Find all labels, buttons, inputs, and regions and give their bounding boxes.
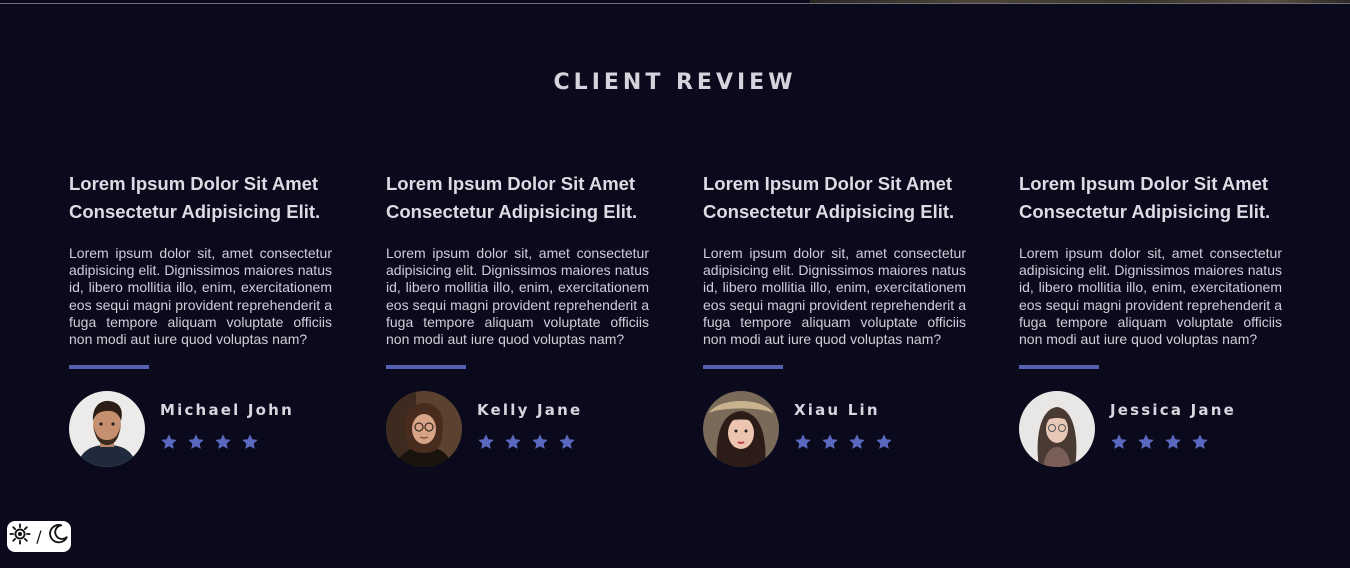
review-divider [1019, 365, 1099, 370]
star-icon [1164, 433, 1182, 451]
star-icon [241, 433, 259, 451]
star-icon [875, 433, 893, 451]
review-author: Jessica Jane [1019, 391, 1282, 468]
author-name: Michael John [160, 401, 294, 420]
review-card: Lorem Ipsum Dolor Sit Amet Consectetur A… [1019, 170, 1282, 468]
review-title-line-1: Lorem Ipsum Dolor Sit Amet [386, 173, 636, 194]
review-title-line-1: Lorem Ipsum Dolor Sit Amet [1019, 173, 1269, 194]
star-icon [477, 433, 495, 451]
theme-toggle-button[interactable]: / [7, 521, 71, 552]
review-author: Michael John [69, 391, 332, 468]
review-text: Lorem ipsum dolor sit, amet consectetur … [703, 245, 966, 348]
moon-icon[interactable] [47, 523, 69, 550]
avatar [386, 391, 462, 468]
review-title-line-2: Consectetur Adipisicing Elit. [703, 201, 955, 222]
review-card: Lorem Ipsum Dolor Sit Amet Consectetur A… [386, 170, 649, 468]
star-icon [848, 433, 866, 451]
review-author: Xiau Lin [703, 391, 966, 468]
star-icon [187, 433, 205, 451]
review-title: Lorem Ipsum Dolor Sit Amet Consectetur A… [703, 170, 966, 226]
review-title-line-2: Consectetur Adipisicing Elit. [1019, 201, 1271, 222]
review-card: Lorem Ipsum Dolor Sit Amet Consectetur A… [703, 170, 966, 468]
review-divider [386, 365, 466, 370]
author-name: Jessica Jane [1110, 401, 1236, 420]
star-icon [821, 433, 839, 451]
review-divider [69, 365, 149, 370]
avatar [1019, 391, 1095, 468]
star-icon [160, 433, 178, 451]
author-name: Kelly Jane [477, 401, 583, 420]
avatar [69, 391, 145, 468]
rating-stars [160, 433, 263, 451]
section-title: CLIENT REVIEW [553, 70, 797, 95]
sun-icon[interactable] [9, 523, 31, 550]
author-name: Xiau Lin [794, 401, 880, 420]
review-text: Lorem ipsum dolor sit, amet consectetur … [69, 245, 332, 348]
review-title-line-1: Lorem Ipsum Dolor Sit Amet [703, 173, 953, 194]
star-icon [558, 433, 576, 451]
review-title-line-1: Lorem Ipsum Dolor Sit Amet [69, 173, 319, 194]
avatar [703, 391, 779, 468]
review-text: Lorem ipsum dolor sit, amet consectetur … [1019, 245, 1282, 348]
star-icon [1137, 433, 1155, 451]
review-author: Kelly Jane [386, 391, 649, 468]
rating-stars [477, 433, 580, 451]
review-card: Lorem Ipsum Dolor Sit Amet Consectetur A… [69, 170, 332, 468]
star-icon [214, 433, 232, 451]
review-title-line-2: Consectetur Adipisicing Elit. [69, 201, 321, 222]
review-title: Lorem Ipsum Dolor Sit Amet Consectetur A… [69, 170, 332, 226]
star-icon [504, 433, 522, 451]
theme-toggle-separator: / [36, 526, 42, 546]
top-section-edge [0, 0, 1350, 4]
review-list: Lorem Ipsum Dolor Sit Amet Consectetur A… [69, 170, 1299, 470]
review-title: Lorem Ipsum Dolor Sit Amet Consectetur A… [1019, 170, 1282, 226]
rating-stars [794, 433, 897, 451]
star-icon [794, 433, 812, 451]
star-icon [1191, 433, 1209, 451]
star-icon [1110, 433, 1128, 451]
rating-stars [1110, 433, 1213, 451]
review-divider [703, 365, 783, 370]
review-title: Lorem Ipsum Dolor Sit Amet Consectetur A… [386, 170, 649, 226]
review-title-line-2: Consectetur Adipisicing Elit. [386, 201, 638, 222]
star-icon [531, 433, 549, 451]
previous-section-image-edge [810, 0, 1350, 3]
review-text: Lorem ipsum dolor sit, amet consectetur … [386, 245, 649, 348]
